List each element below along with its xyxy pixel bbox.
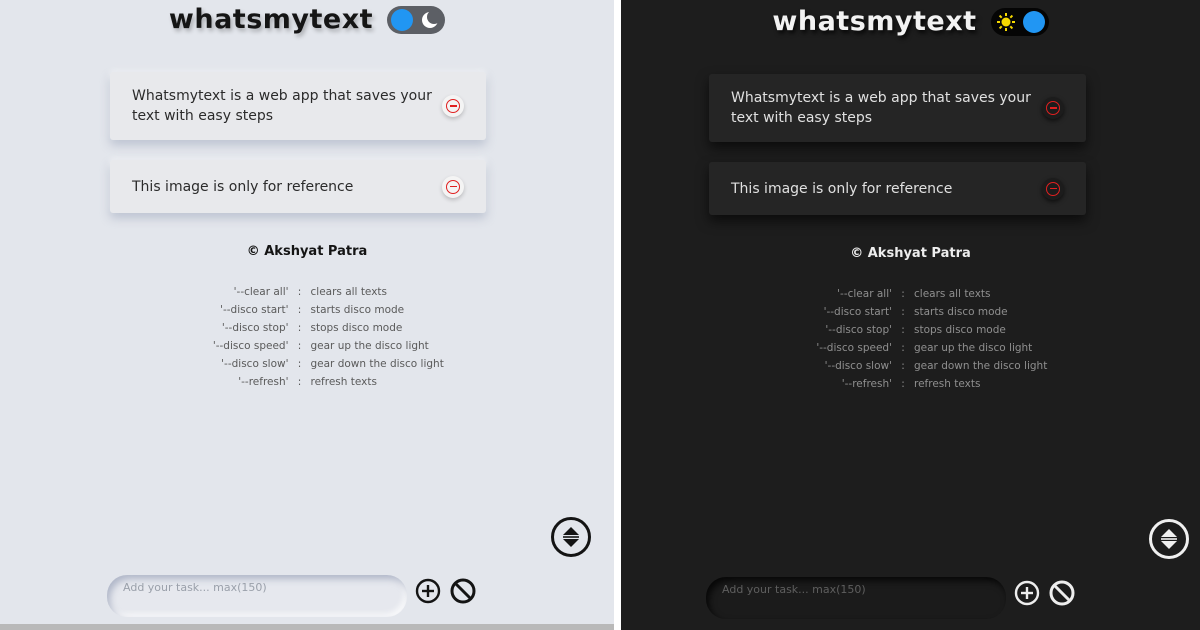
note-text: Whatsmytext is a web app that saves your… [731, 90, 1031, 126]
command-key: '--refresh' [841, 378, 892, 390]
command-key: '--disco start' [823, 306, 892, 318]
command-description: clears all texts [914, 288, 991, 300]
remove-note-button[interactable] [1042, 177, 1064, 200]
command-list: '--clear all': clears all texts '--disco … [0, 283, 614, 391]
light-mode-panel: whatsmytext Whatsmytext is a web app tha… [0, 0, 614, 630]
command-description: gear down the disco light [310, 358, 444, 370]
scroll-toggle-button[interactable] [1149, 519, 1189, 559]
remove-note-button[interactable] [442, 175, 464, 198]
command-key: '--disco start' [220, 304, 289, 316]
minus-circle-icon [1046, 181, 1060, 196]
command-description: starts disco mode [310, 304, 405, 316]
clear-input-button[interactable] [450, 578, 476, 604]
remove-note-button[interactable] [1042, 97, 1064, 119]
remove-note-button[interactable] [442, 95, 464, 117]
command-description: refresh texts [914, 378, 981, 390]
command-separator: : [297, 304, 302, 316]
command-description: refresh texts [310, 376, 377, 388]
command-description: stops disco mode [914, 324, 1006, 336]
task-input[interactable] [107, 575, 407, 599]
note-text: This image is only for reference [132, 178, 354, 195]
command-row: '--refresh': refresh texts [637, 375, 1184, 393]
command-separator: : [297, 358, 302, 370]
command-description: starts disco mode [914, 306, 1008, 318]
add-task-button[interactable] [415, 578, 441, 604]
up-down-arrows-icon [1161, 529, 1177, 549]
command-row: '--clear all': clears all texts [34, 283, 581, 301]
command-key: '--disco slow' [221, 358, 289, 370]
theme-toggle[interactable] [990, 7, 1049, 36]
moon-icon [419, 9, 441, 31]
command-row: '--disco speed': gear up the disco light [34, 337, 581, 355]
minus-circle-icon [1046, 101, 1060, 115]
theme-toggle[interactable] [387, 5, 446, 34]
note-card: This image is only for reference [709, 162, 1086, 215]
note-text: Whatsmytext is a web app that saves your… [132, 88, 432, 124]
task-input[interactable] [706, 577, 1006, 601]
command-separator: : [901, 342, 905, 354]
minus-circle-icon [446, 99, 460, 113]
command-separator: : [297, 286, 302, 298]
command-row: '--disco start': starts disco mode [637, 303, 1184, 321]
bottom-strip [0, 624, 614, 630]
sun-icon [995, 11, 1017, 33]
note-card: This image is only for reference [110, 160, 486, 213]
add-task-button[interactable] [1014, 580, 1040, 606]
command-separator: : [901, 360, 905, 372]
toggle-knob [1022, 10, 1045, 33]
command-row: '--disco stop': stops disco mode [637, 321, 1184, 339]
credit-text: © Akshyat Patra [850, 246, 971, 261]
note-text: This image is only for reference [731, 180, 953, 197]
command-description: clears all texts [310, 286, 388, 298]
command-key: '--disco stop' [221, 322, 289, 334]
command-key: '--disco stop' [825, 324, 892, 336]
scroll-toggle-button[interactable] [551, 517, 591, 557]
task-input-wrapper [107, 575, 407, 617]
command-description: gear up the disco light [310, 340, 429, 352]
command-separator: : [297, 340, 302, 352]
app-title: whatsmytext [168, 4, 374, 35]
dark-mode-panel: whatsmytext Whatsmytext is a web app tha… [621, 0, 1200, 630]
command-row: '--disco slow': gear down the disco light [34, 355, 581, 373]
app-title: whatsmytext [772, 6, 977, 37]
header: whatsmytext [0, 4, 614, 35]
command-description: gear down the disco light [914, 360, 1048, 372]
panel-divider [614, 0, 621, 630]
task-input-wrapper [706, 577, 1006, 619]
command-separator: : [297, 376, 302, 388]
minus-circle-icon [446, 179, 460, 194]
command-description: gear up the disco light [914, 342, 1033, 354]
command-key: '--disco slow' [824, 360, 892, 372]
command-key: '--refresh' [238, 376, 289, 388]
clear-input-button[interactable] [1049, 580, 1075, 606]
command-row: '--clear all': clears all texts [637, 285, 1184, 303]
command-list: '--clear all': clears all texts '--disco … [621, 285, 1200, 393]
up-down-arrows-icon [563, 527, 579, 547]
plus-circle-icon [415, 578, 441, 604]
note-card: Whatsmytext is a web app that saves your… [110, 72, 486, 140]
command-row: '--disco start': starts disco mode [34, 301, 581, 319]
command-separator: : [297, 322, 302, 334]
command-row: '--disco slow': gear down the disco light [637, 357, 1184, 375]
command-key: '--disco speed' [212, 340, 289, 352]
command-key: '--disco speed' [816, 342, 892, 354]
command-key: '--clear all' [837, 288, 892, 300]
command-row: '--disco speed': gear up the disco light [637, 339, 1184, 357]
command-description: stops disco mode [310, 322, 403, 334]
credit-text: © Akshyat Patra [246, 244, 368, 259]
command-key: '--clear all' [233, 286, 289, 298]
plus-circle-icon [1014, 580, 1040, 606]
command-row: '--refresh': refresh texts [34, 373, 581, 391]
toggle-knob [391, 8, 414, 31]
header: whatsmytext [621, 6, 1200, 37]
command-row: '--disco stop': stops disco mode [34, 319, 581, 337]
command-separator: : [901, 288, 905, 300]
ban-icon [450, 578, 476, 604]
command-separator: : [901, 306, 905, 318]
command-separator: : [901, 324, 905, 336]
ban-icon [1049, 580, 1075, 606]
command-separator: : [901, 378, 905, 390]
note-card: Whatsmytext is a web app that saves your… [709, 74, 1086, 142]
